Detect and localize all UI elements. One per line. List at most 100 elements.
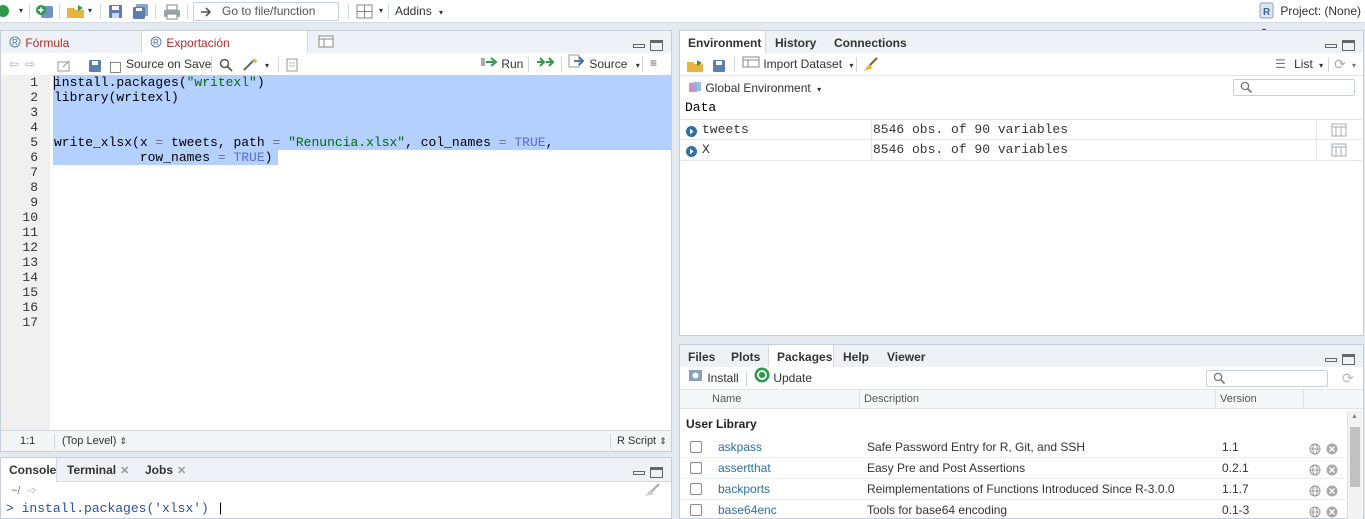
addins-chevron-icon: ▾ [439,8,444,17]
package-name-link[interactable]: base64enc [718,500,777,519]
working-directory[interactable]: ~/ [11,485,20,497]
package-checkbox[interactable] [690,462,702,474]
package-checkbox[interactable] [690,504,702,516]
column-header-label: Version [1220,393,1257,405]
code-line-6[interactable]: row_names = TRUE) [54,150,273,165]
tab-x-dataview[interactable]: X✕ [310,31,365,75]
package-row: backports Reimplementations of Functions… [681,479,1345,500]
package-name-link[interactable]: backports [718,479,770,499]
tab-jobs[interactable]: Jobs ✕ [137,458,193,482]
package-checkbox[interactable] [690,441,702,453]
tab-console[interactable]: Console [1,458,57,483]
install-button[interactable]: Install [688,367,739,390]
tab-formula-exacta[interactable]: R Fórmula Exactal.R*✕ [1,31,139,75]
addins-label: Addins [395,4,432,18]
text-cursor [54,76,55,90]
console-input-line[interactable]: > install.packages('xlsx') | [6,501,224,516]
print-icon[interactable] [163,3,181,20]
open-file-icon[interactable] [66,3,86,20]
list-chevron-icon: ▾ [1319,61,1324,70]
close-icon[interactable]: ✕ [120,465,129,477]
editor-statusbar: 1:1 (Top Level) ⇕ R Script ⇕ [1,430,671,451]
package-version: 0.1-3 [1222,503,1250,517]
maximize-icon[interactable] [650,40,663,52]
update-button[interactable]: Update [754,367,812,391]
packages-search-input[interactable] [1206,370,1328,387]
code-line-1[interactable]: install.packages("writexl") [54,75,265,90]
packages-scrollbar[interactable]: ▲ [1347,411,1362,519]
open-recent-dropdown-icon[interactable]: ▾ [88,6,92,23]
maximize-icon[interactable] [1342,40,1355,52]
code-line-5[interactable]: write_xlsx(x = tweets, path = "Renuncia.… [54,135,553,150]
minimize-icon[interactable] [1325,43,1337,48]
back-arrow-icon[interactable]: ⇦ [9,53,19,76]
env-row-x[interactable]: X 8546 obs. of 90 variables [681,140,1362,161]
tab-viewer[interactable]: Viewer [879,345,931,369]
new-file-dropdown-icon[interactable]: ▾ [19,6,23,23]
package-name-link[interactable]: assertthat [718,458,771,478]
scrollbar-thumb[interactable] [1350,427,1360,487]
goto-arrow-icon [200,6,214,23]
package-name-link[interactable]: askpass [718,437,762,457]
pane-layout-dropdown-icon[interactable]: ▾ [379,6,383,23]
goto-file-input[interactable]: Go to file/function [193,2,339,21]
tab-connections[interactable]: Connections [826,31,908,55]
code-tools-chevron-icon[interactable]: ▾ [265,54,269,77]
outline-icon[interactable]: ≡ [650,52,657,75]
project-menu[interactable]: R Project: (None) ▾ [1259,2,1365,35]
import-dataset-menu[interactable]: Import Dataset ▾ [742,53,853,77]
maximize-icon[interactable] [650,467,663,479]
tab-help[interactable]: Help [835,345,878,369]
save-icon[interactable] [108,3,124,20]
column-header-description[interactable]: Description [860,390,1216,409]
console-window-buttons [628,465,663,479]
refresh-icon[interactable]: ⟳ [1342,367,1354,390]
save-all-icon[interactable] [132,3,150,20]
environment-search-input[interactable] [1233,79,1355,96]
view-table-icon[interactable] [1331,143,1347,163]
expand-icon[interactable] [685,144,698,164]
run-button[interactable]: Run [480,53,523,76]
env-row-tweets[interactable]: tweets 8546 obs. of 90 variables [681,119,1362,140]
minimize-icon[interactable] [633,470,645,475]
scope-selector[interactable]: (Top Level) ⇕ [62,431,127,451]
line-number: 16 [22,300,38,315]
pane-layout-icon[interactable] [356,3,374,20]
environment-scope-menu[interactable]: Global Environment ▾ [688,81,821,97]
addins-menu[interactable]: Addins ▾ [395,4,443,21]
package-description: Safe Password Entry for R, Git, and SSH [867,440,1086,454]
filetype-selector[interactable]: R Script ⇕ [617,431,667,451]
run-label: Run [501,57,524,71]
line-number: 11 [22,225,38,240]
rerun-icon[interactable] [536,53,556,76]
package-website-icon[interactable] [1309,504,1321,519]
tab-terminal[interactable]: Terminal ✕ [59,458,130,482]
package-checkbox[interactable] [690,483,702,495]
refresh-chevron-icon[interactable]: ▾ [1352,54,1356,77]
minimize-icon[interactable] [1325,357,1337,362]
new-project-icon[interactable] [35,3,55,20]
refresh-icon[interactable]: ⟳ [1334,53,1346,76]
environment-window-buttons [1320,38,1355,52]
remove-package-icon[interactable] [1326,504,1338,519]
close-icon[interactable]: ✕ [177,465,186,477]
column-header-name[interactable]: Name [708,390,860,409]
tab-plots[interactable]: Plots [723,345,767,369]
minimize-icon[interactable] [633,43,645,48]
clear-console-broom-icon[interactable] [643,483,661,503]
column-header-version[interactable]: Version [1216,390,1304,409]
source-button[interactable]: Source ▾ [568,53,640,77]
maximize-icon[interactable] [1342,354,1355,366]
goto-directory-icon[interactable]: ➩ [28,485,37,497]
tab-files[interactable]: Files [680,345,722,369]
forward-arrow-icon[interactable]: ⇨ [25,53,35,76]
scroll-up-icon[interactable]: ▲ [1351,413,1358,420]
new-file-icon[interactable] [0,3,18,20]
scope-label: (Top Level) [62,435,117,447]
console-input[interactable]: install.packages('xlsx') [22,501,209,516]
code-line-2[interactable]: library(writexl) [54,90,179,105]
line-number: 5 [30,135,38,150]
import-dataset-label: Import Dataset [763,57,843,71]
view-mode-menu[interactable]: ☰ List ▾ [1275,53,1323,77]
tab-history[interactable]: History [767,31,825,55]
